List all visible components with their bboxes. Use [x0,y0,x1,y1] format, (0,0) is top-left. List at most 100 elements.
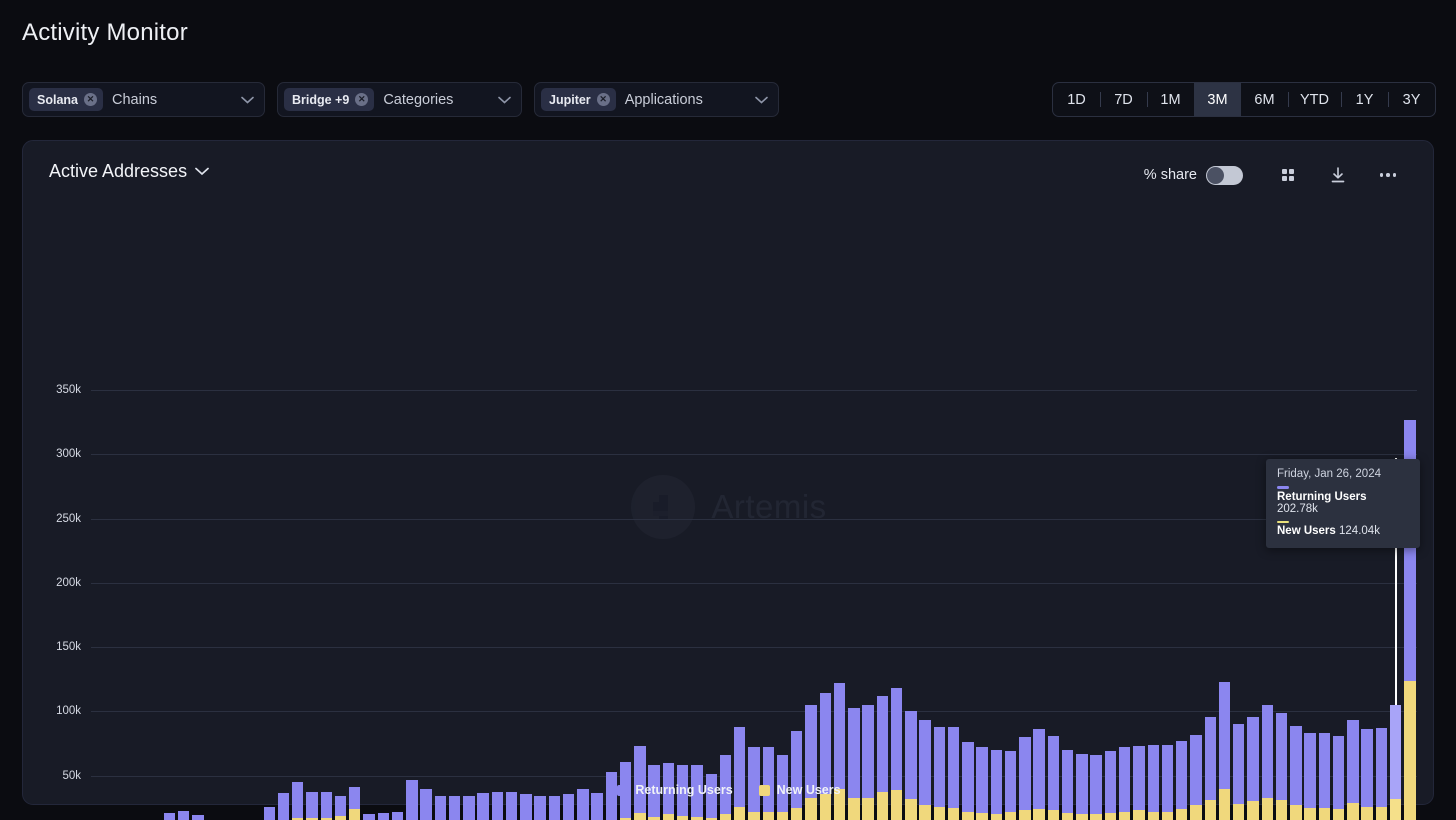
chart-card-header: Active Addresses % share [23,141,1433,207]
bar-segment-returning-users [449,796,460,820]
filter-applications[interactable]: Jupiter ✕ Applications [534,82,779,117]
range-option-6m[interactable]: 6M [1241,83,1288,116]
filter-placeholder: Applications [625,92,703,108]
bar-segment-returning-users [534,796,545,820]
time-range-selector[interactable]: 1D7D1M3M6MYTD1Y3Y [1052,82,1436,117]
bar-segment-returning-users [192,815,203,820]
legend-item-new-users[interactable]: New Users [759,783,841,797]
bar-column[interactable] [1304,733,1315,820]
bar-column[interactable] [435,796,446,820]
bar-segment-new-users [1390,799,1401,820]
download-icon[interactable] [1313,162,1363,188]
bar-column[interactable] [1033,729,1044,820]
metric-selector[interactable]: Active Addresses [49,161,209,182]
bar-column[interactable] [891,688,902,820]
range-option-3m[interactable]: 3M [1194,83,1241,116]
bar-column[interactable] [877,696,888,820]
chevron-down-icon[interactable] [195,167,209,176]
bar-column[interactable] [463,796,474,820]
bar-segment-returning-users [1005,751,1016,811]
bar-segment-returning-users [976,747,987,813]
bar-column[interactable] [1390,705,1401,820]
legend-label: New Users [777,783,841,797]
bar-segment-new-users [1319,808,1330,820]
gridline [91,519,1417,520]
bar-column[interactable] [549,796,560,820]
share-toggle[interactable] [1206,166,1243,185]
bar-column[interactable] [1019,737,1030,820]
bar-column[interactable] [1376,728,1387,820]
more-options-icon[interactable] [1363,162,1413,188]
bar-column[interactable] [1219,682,1230,820]
bar-column[interactable] [591,793,602,820]
bar-column[interactable] [264,807,275,820]
bar-segment-new-users [763,812,774,820]
bar-column[interactable] [706,774,717,820]
range-option-1y[interactable]: 1Y [1341,83,1388,116]
bar-column[interactable] [1190,735,1201,820]
bar-column[interactable] [934,727,945,820]
bar-column[interactable] [1262,705,1273,820]
table-view-icon[interactable] [1263,162,1313,188]
bar-column[interactable] [1276,713,1287,820]
bar-column[interactable] [164,813,175,820]
bar-segment-returning-users [1176,741,1187,809]
bar-column[interactable] [449,796,460,820]
bar-column[interactable] [834,683,845,820]
bar-column[interactable] [1333,736,1344,820]
bar-column[interactable] [392,812,403,820]
bar-column[interactable] [1319,733,1330,820]
bar-segment-new-users [1376,807,1387,820]
bar-column[interactable] [192,815,203,820]
bar-column[interactable] [378,813,389,820]
bar-column[interactable] [905,711,916,820]
range-option-1d[interactable]: 1D [1053,83,1100,116]
range-option-ytd[interactable]: YTD [1288,83,1341,116]
bar-segment-new-users [634,813,645,820]
bar-column[interactable] [477,793,488,820]
bar-column[interactable] [1176,741,1187,820]
chevron-down-icon[interactable] [737,96,768,104]
bar-column[interactable] [919,720,930,820]
bar-column[interactable] [520,794,531,820]
bar-column[interactable] [820,693,831,820]
bar-column[interactable] [962,742,973,820]
close-icon[interactable]: ✕ [355,93,368,106]
chevron-down-icon[interactable] [480,96,511,104]
bar-column[interactable] [805,705,816,820]
bar-segment-new-users [1233,804,1244,820]
bar-column[interactable] [363,814,374,820]
bar-column[interactable] [1205,717,1216,820]
activity-monitor-page: Activity Monitor Solana ✕ Chains Bridge … [0,0,1456,820]
bar-column[interactable] [278,793,289,820]
bar-column[interactable] [563,794,574,820]
range-option-7d[interactable]: 7D [1100,83,1147,116]
bar-column[interactable] [1247,717,1258,820]
bar-column[interactable] [791,731,802,820]
bar-column[interactable] [178,811,189,820]
bar-column[interactable] [1347,720,1358,820]
chevron-down-icon[interactable] [223,96,254,104]
bar-segment-returning-users [877,696,888,792]
bar-column[interactable] [848,708,859,820]
close-icon[interactable]: ✕ [597,93,610,106]
bar-column[interactable] [1361,729,1372,820]
bar-column[interactable] [1233,724,1244,820]
bar-column[interactable] [534,796,545,820]
bar-column[interactable] [1290,726,1301,820]
bar-column[interactable] [1048,736,1059,820]
bar-segment-returning-users [962,742,973,811]
bar-column[interactable] [335,796,346,820]
filter-categories[interactable]: Bridge +9 ✕ Categories [277,82,522,117]
bar-column[interactable] [734,727,745,820]
bar-segment-new-users [1019,810,1030,820]
bar-column[interactable] [948,727,959,820]
filter-chains[interactable]: Solana ✕ Chains [22,82,265,117]
close-icon[interactable]: ✕ [84,93,97,106]
bar-segment-returning-users [591,793,602,820]
bar-segment-returning-users [563,794,574,820]
legend-item-returning-users[interactable]: Returning Users [617,783,732,797]
bar-column[interactable] [862,705,873,820]
range-option-3y[interactable]: 3Y [1388,83,1435,116]
range-option-1m[interactable]: 1M [1147,83,1194,116]
